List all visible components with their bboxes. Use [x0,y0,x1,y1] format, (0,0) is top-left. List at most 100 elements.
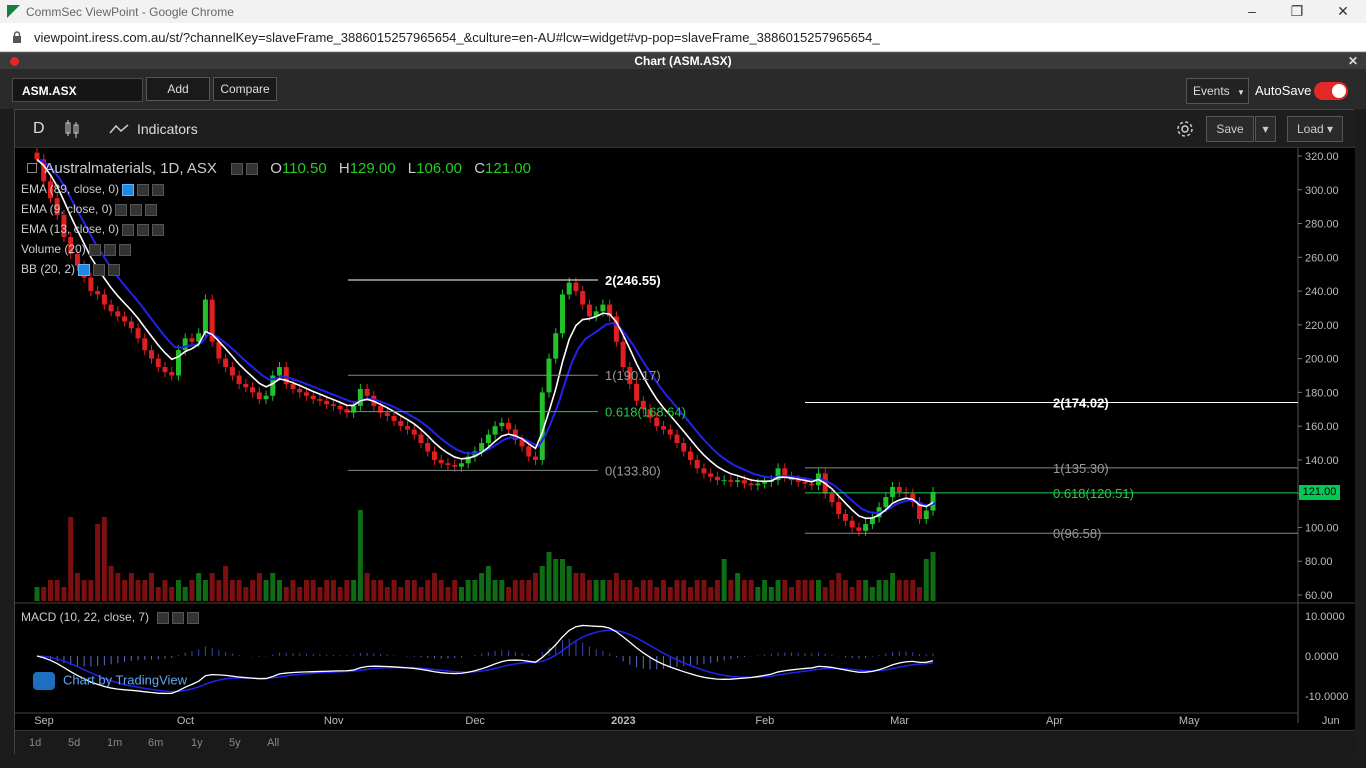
candle-body [802,481,808,484]
candle-body [634,383,640,401]
volume-bar [425,580,431,601]
eye-icon[interactable] [115,203,128,216]
study-label: Volume (20) [21,242,86,256]
study-volume[interactable]: Volume (20) [21,242,131,256]
candle-body [202,299,208,334]
legend-hide-icon[interactable] [246,163,259,176]
range-6m-button[interactable]: 6m [148,737,163,749]
candle-body [357,389,363,406]
fib-set-1-level-label: 0.618(168.64) [605,405,686,420]
gear-icon[interactable] [93,263,106,276]
macd-label: MACD (10, 22, close, 7) [21,610,150,624]
eye-icon[interactable] [78,263,91,276]
volume-bar [506,587,512,601]
autosave-toggle[interactable] [1314,82,1348,100]
collapse-icon[interactable] [27,163,37,173]
app-window-title: Chart (ASM.ASX) [634,54,732,68]
range-1d-button[interactable]: 1d [29,737,41,749]
candle-body [559,294,565,334]
remove-icon[interactable] [145,203,158,216]
candle-body [108,304,114,312]
candle-body [533,456,539,460]
gear-icon[interactable] [1175,119,1195,139]
volume-bar [546,552,552,601]
gear-icon[interactable] [137,183,150,196]
legend-settings-icon[interactable] [231,163,244,176]
remove-icon[interactable] [152,223,165,236]
range-1m-button[interactable]: 1m [107,737,122,749]
url-text[interactable]: viewpoint.iress.com.au/st/?channelKey=sl… [34,30,880,45]
volume-bar [512,580,518,601]
remove-icon[interactable] [108,263,121,276]
volume-bar [54,580,60,601]
low-label: L [407,160,417,177]
remove-icon[interactable] [152,183,165,196]
gear-icon[interactable] [172,611,185,624]
volume-bar [499,580,505,601]
gear-icon[interactable] [137,223,150,236]
chart-background [15,148,1355,731]
range-5d-button[interactable]: 5d [68,737,80,749]
eye-icon[interactable] [88,243,101,256]
time-tick-label: Feb [755,715,774,727]
study-ema-9[interactable]: EMA (9, close, 0) [21,202,158,216]
volume-bar [492,580,498,601]
candle-body [391,416,397,422]
compare-button[interactable]: Compare [213,77,277,101]
volume-bar [236,580,242,601]
volume-bar [202,580,208,601]
volume-bar [357,510,363,601]
gear-icon[interactable] [130,203,143,216]
high-value: 129.00 [349,160,396,177]
macd-legend[interactable]: MACD (10, 22, close, 7) [21,610,200,624]
study-bb[interactable]: BB (20, 2) [21,262,121,276]
fib-set-1-level-label: 0(133.80) [605,463,661,478]
study-ema-13[interactable]: EMA (13, close, 0) [21,222,165,236]
remove-icon[interactable] [187,611,200,624]
volume-bar [115,573,121,601]
study-ema-89[interactable]: EMA (89, close, 0) [21,182,165,196]
volume-bar [243,587,249,601]
volume-bar [61,587,67,601]
remove-icon[interactable] [118,243,131,256]
range-5y-button[interactable]: 5y [229,737,241,749]
save-button[interactable]: Save [1206,116,1254,142]
volume-bar [634,587,640,601]
volume-bar [485,566,491,601]
restore-icon[interactable]: ❐ [1287,2,1307,20]
interval-selector[interactable]: D [33,120,45,138]
candle-body [795,480,801,482]
candle-body [344,409,350,413]
eye-icon[interactable] [122,183,135,196]
save-options-chevron-icon[interactable]: ▾ [1255,116,1276,142]
candle-body [256,392,262,400]
time-tick-label: May [1179,715,1200,727]
eye-icon[interactable] [157,611,170,624]
candle-body [149,350,155,359]
browser-window-title: CommSec ViewPoint - Google Chrome [26,5,234,19]
close-icon[interactable]: ✕ [1333,2,1353,20]
time-tick-label: 2023 [611,715,635,727]
address-bar[interactable]: viewpoint.iress.com.au/st/?channelKey=sl… [0,23,1366,52]
minimize-icon[interactable]: – [1242,2,1262,20]
range-1y-button[interactable]: 1y [191,737,203,749]
volume-bar [337,587,343,601]
add-button[interactable]: Add [146,77,210,101]
candle-body [883,497,889,508]
range-bar: 1d 5d 1m 6m 1y 5y All [15,730,1355,754]
eye-icon[interactable] [122,223,135,236]
tradingview-logo[interactable]: Chart by TradingView [33,672,187,690]
gear-icon[interactable] [103,243,116,256]
close-window-icon[interactable]: ✕ [1348,53,1358,70]
price-tick-label: 300.00 [1305,185,1339,197]
time-tick-label: Oct [177,715,194,727]
load-button[interactable]: Load ▾ [1287,116,1343,142]
events-dropdown[interactable]: Events ▼ [1186,78,1249,104]
range-all-button[interactable]: All [267,737,279,749]
candles-icon[interactable] [65,119,79,139]
indicators-button[interactable]: Indicators [137,121,198,137]
chart-canvas[interactable]: 320.00 300.00 280.00 260.00 240.00 220.00 200.… [15,148,1355,731]
symbol-input[interactable]: ASM.ASX [12,78,143,102]
volume-bar [310,580,316,601]
volume-bar [566,566,572,601]
